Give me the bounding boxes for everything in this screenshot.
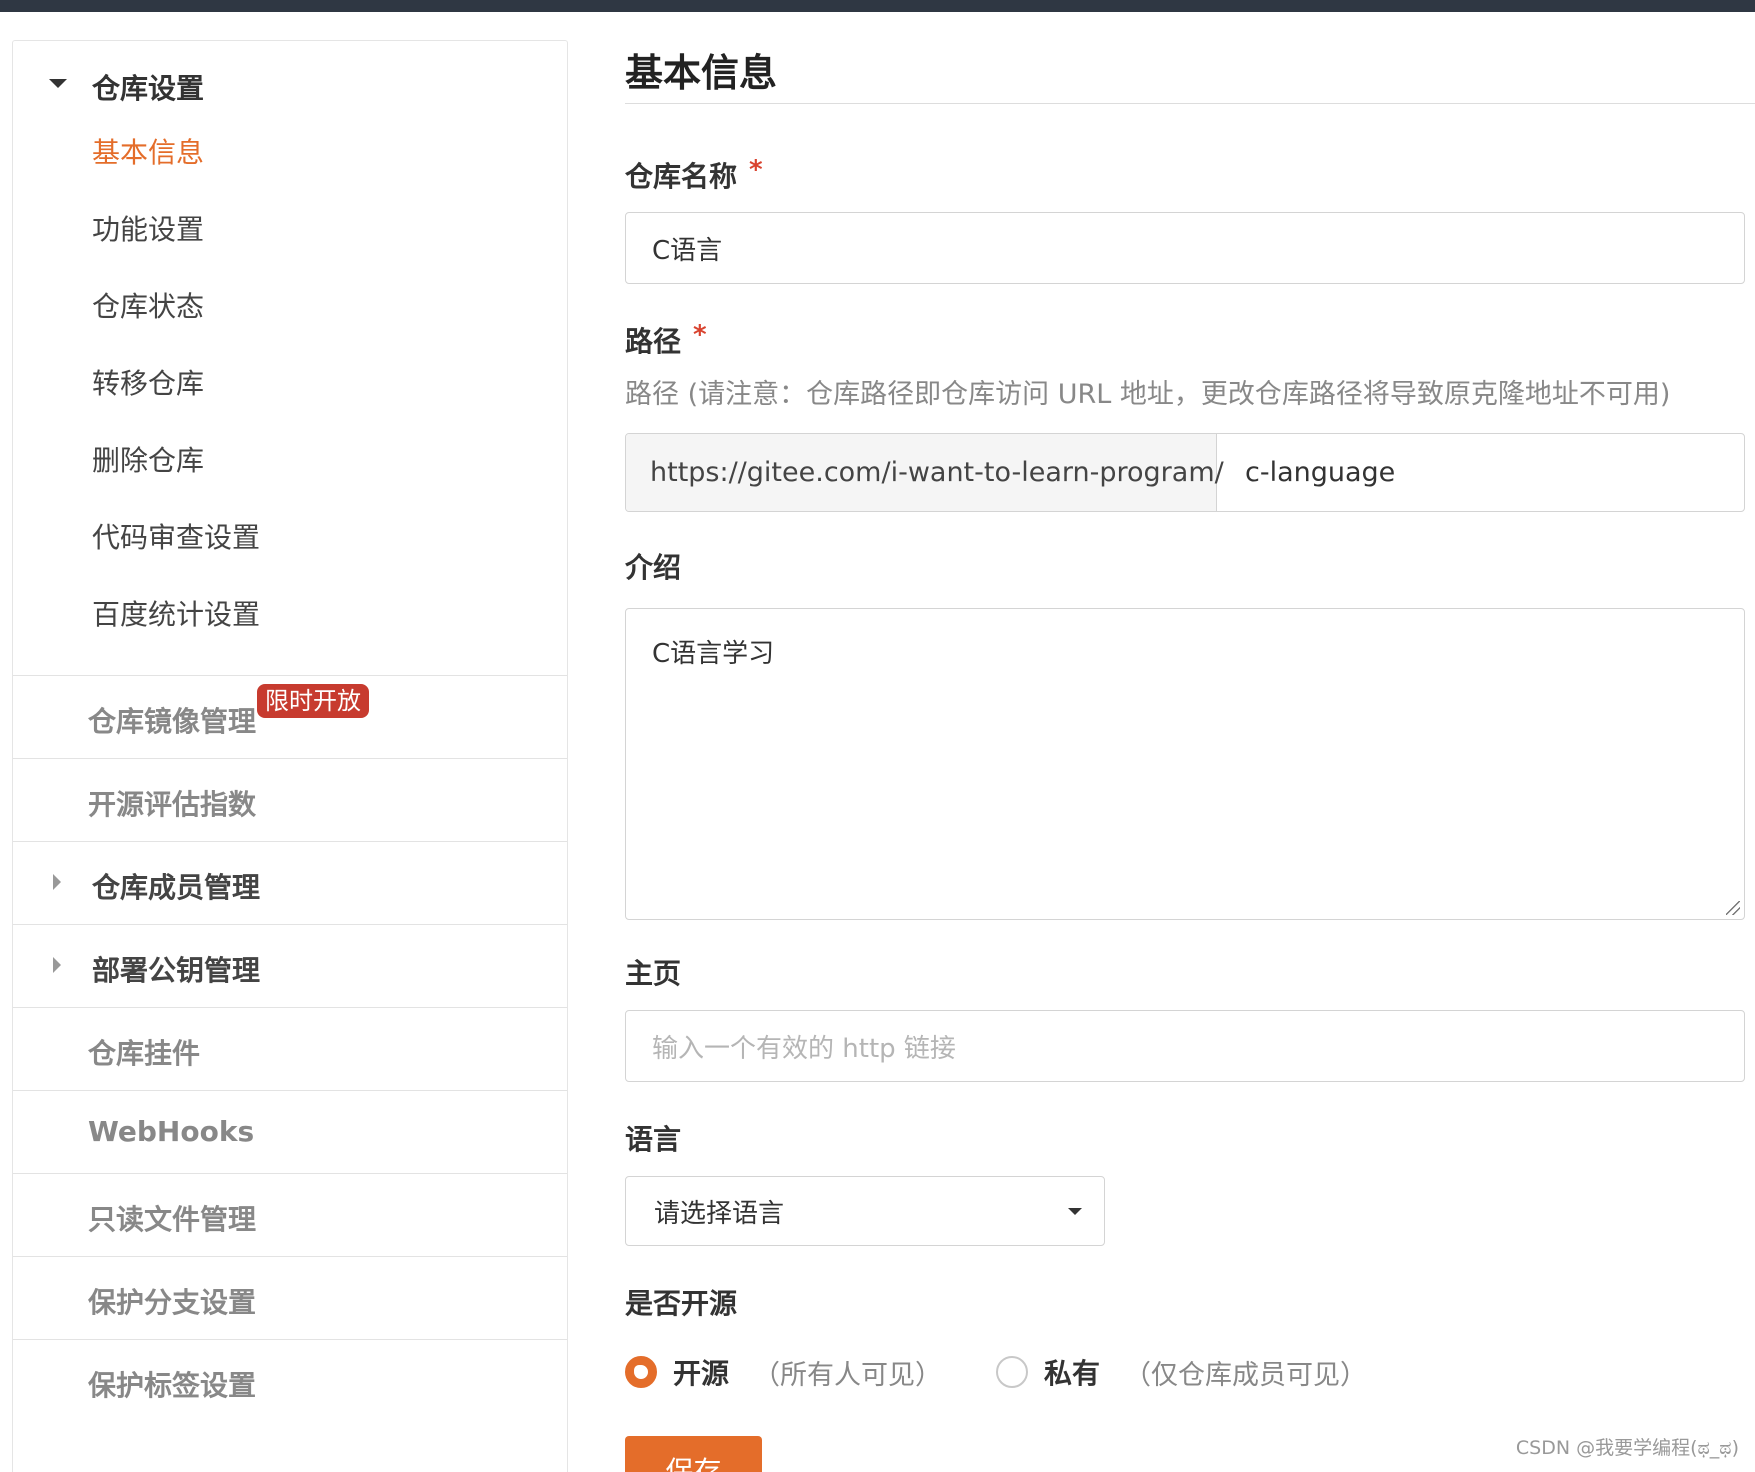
page-title: 基本信息 bbox=[625, 51, 778, 95]
sidebar-item-baidu-stats[interactable]: 百度统计设置 bbox=[92, 593, 260, 633]
sidebar-section-deploy-keys[interactable]: 部署公钥管理 bbox=[13, 924, 567, 1007]
sidebar-section-label: 开源评估指数 bbox=[88, 788, 257, 821]
path-input-group: https://gitee.com/i-want-to-learn-progra… bbox=[625, 433, 1745, 512]
csdn-watermark: CSDN @我要学编程(ಥ_ಥ) bbox=[1515, 1437, 1739, 1459]
language-selected: 请选择语言 bbox=[654, 1198, 785, 1229]
limited-badge: 限时开放 bbox=[257, 684, 369, 718]
sidebar-item-code-review[interactable]: 代码审查设置 bbox=[92, 516, 260, 556]
language-select[interactable]: 请选择语言 bbox=[625, 1176, 1105, 1246]
sidebar-section-label: WebHooks bbox=[88, 1115, 255, 1148]
sidebar-section-readonly-files[interactable]: 只读文件管理 bbox=[13, 1173, 567, 1256]
sidebar-item-transfer-repo[interactable]: 转移仓库 bbox=[92, 362, 204, 402]
path-label-text: 路径 bbox=[625, 325, 682, 358]
homepage-placeholder: 输入一个有效的 http 链接 bbox=[652, 1033, 956, 1064]
language-label: 语言 bbox=[625, 1123, 682, 1156]
path-hint: 路径 (请注意：仓库路径即仓库访问 URL 地址，更改仓库路径将导致原克隆地址不… bbox=[625, 379, 1671, 410]
intro-textarea[interactable]: C语言学习 bbox=[625, 608, 1745, 920]
basic-info-form: 基本信息 仓库名称 * C语言 路径 * 路径 (请注意：仓库路径即仓库访问 URL… bbox=[625, 0, 1755, 1472]
caret-right-icon bbox=[53, 957, 61, 973]
sidebar-item-features[interactable]: 功能设置 bbox=[92, 208, 204, 248]
intro-label: 介绍 bbox=[625, 551, 682, 584]
chevron-down-icon bbox=[1068, 1208, 1082, 1215]
sidebar-section-label: 仓库成员管理 bbox=[92, 871, 261, 904]
repo-name-input[interactable]: C语言 bbox=[625, 212, 1745, 284]
sidebar-section-label: 只读文件管理 bbox=[88, 1203, 257, 1236]
repo-name-value: C语言 bbox=[652, 235, 723, 266]
settings-sidebar: 仓库设置 基本信息 功能设置 仓库状态 转移仓库 删除仓库 代码审查设置 百度统… bbox=[12, 40, 568, 1472]
sidebar-item-delete-repo[interactable]: 删除仓库 bbox=[92, 439, 204, 479]
path-label: 路径 * bbox=[625, 320, 707, 360]
sidebar-section-widgets[interactable]: 仓库挂件 bbox=[13, 1007, 567, 1090]
required-mark: * bbox=[749, 155, 763, 185]
repo-name-label: 仓库名称 * bbox=[625, 155, 763, 195]
radio-private[interactable] bbox=[996, 1356, 1029, 1388]
homepage-input[interactable]: 输入一个有效的 http 链接 bbox=[625, 1010, 1745, 1082]
sidebar-group-repo-settings[interactable]: 仓库设置 bbox=[13, 41, 567, 131]
repo-name-label-text: 仓库名称 bbox=[625, 160, 738, 193]
title-divider bbox=[625, 103, 1755, 104]
radio-private-desc: （仅仓库成员可见） bbox=[1124, 1359, 1368, 1391]
sidebar-section-label: 保护标签设置 bbox=[88, 1369, 257, 1402]
sidebar-section-label: 部署公钥管理 bbox=[92, 954, 261, 987]
homepage-label: 主页 bbox=[625, 957, 682, 990]
radio-open-source-label[interactable]: 开源 bbox=[673, 1352, 729, 1392]
intro-value: C语言学习 bbox=[652, 639, 775, 669]
sidebar-section-label: 仓库镜像管理 bbox=[88, 705, 257, 738]
sidebar-section-protected-tags[interactable]: 保护标签设置 bbox=[13, 1339, 567, 1422]
path-prefix: https://gitee.com/i-want-to-learn-progra… bbox=[626, 434, 1224, 511]
sidebar-section-label: 仓库挂件 bbox=[88, 1037, 201, 1070]
sidebar-section-webhooks[interactable]: WebHooks bbox=[13, 1090, 567, 1173]
open-source-label: 是否开源 bbox=[625, 1287, 738, 1320]
sidebar-section-members[interactable]: 仓库成员管理 bbox=[13, 841, 567, 924]
sidebar-group-title: 仓库设置 bbox=[92, 72, 205, 105]
radio-open-source-desc: （所有人可见） bbox=[753, 1359, 943, 1391]
sidebar-item-repo-status[interactable]: 仓库状态 bbox=[92, 285, 204, 325]
sidebar-section-mirror[interactable]: 仓库镜像管理 限时开放 bbox=[13, 675, 567, 758]
sidebar-section-label: 保护分支设置 bbox=[88, 1286, 257, 1319]
caret-right-icon bbox=[53, 874, 61, 890]
sidebar-section-oss-index[interactable]: 开源评估指数 bbox=[13, 758, 567, 841]
required-mark: * bbox=[693, 320, 707, 350]
visibility-radio-group: 开源 （所有人可见） 私有 （仅仓库成员可见） bbox=[625, 1350, 1367, 1394]
radio-open-source[interactable] bbox=[625, 1356, 657, 1388]
path-value: c-language bbox=[1245, 457, 1396, 488]
path-input[interactable]: c-language bbox=[1217, 434, 1744, 511]
radio-private-label[interactable]: 私有 bbox=[1044, 1352, 1100, 1392]
caret-down-icon bbox=[49, 79, 67, 88]
sidebar-item-basic-info[interactable]: 基本信息 bbox=[92, 131, 204, 171]
sidebar-section-protected-branches[interactable]: 保护分支设置 bbox=[13, 1256, 567, 1339]
resize-handle-icon[interactable] bbox=[1726, 901, 1740, 915]
save-button[interactable]: 保存 bbox=[625, 1436, 762, 1472]
